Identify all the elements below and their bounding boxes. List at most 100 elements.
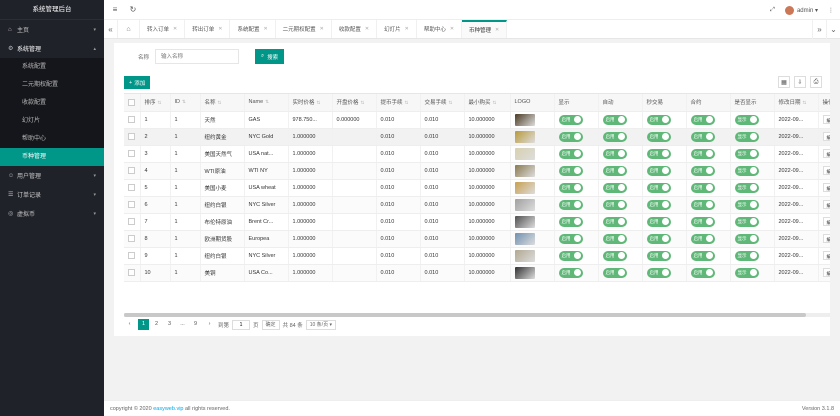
toggle-switch[interactable]: 启用 xyxy=(646,114,671,125)
column-header[interactable]: 名称 ⇅ xyxy=(200,94,245,112)
toggle-switch[interactable]: 启用 xyxy=(558,148,583,159)
goto-page-input[interactable] xyxy=(232,319,251,330)
toggle-switch[interactable]: 启用 xyxy=(690,182,715,193)
table-row[interactable]: 6 1 纽约白银 NYC Silver 1.000000 0.010 0.010 10.000… xyxy=(124,196,830,214)
row-checkbox[interactable] xyxy=(128,269,135,276)
tab-item[interactable]: 转出订单 ✕ xyxy=(185,20,231,38)
close-icon[interactable]: ✕ xyxy=(365,26,369,32)
column-header[interactable]: 最小购买 ⇅ xyxy=(464,94,511,112)
table-row[interactable]: 1 1 天然 GAS 978.750... 0.000000 0.010 0.010 10.00… xyxy=(124,111,830,129)
page-number[interactable]: 9 xyxy=(190,319,201,330)
column-header[interactable]: 实时价格 ⇅ xyxy=(288,94,333,112)
toggle-switch[interactable]: 启用 xyxy=(558,233,583,244)
toggle-switch[interactable]: 启用 xyxy=(558,199,583,210)
tab-item[interactable]: 幻灯片 ✕ xyxy=(377,20,417,38)
tabs-menu-icon[interactable]: ⌄ xyxy=(826,20,840,39)
toggle-switch[interactable]: 显示 xyxy=(734,199,759,210)
toggle-switch[interactable]: 启用 xyxy=(690,216,715,227)
menu-toggle-icon[interactable]: ≡ xyxy=(108,5,122,14)
toggle-switch[interactable]: 启用 xyxy=(558,131,583,142)
table-row[interactable]: 3 1 美国天然气 USA nat... 1.000000 0.010 0.010 10.00… xyxy=(124,145,830,163)
page-number[interactable]: 2 xyxy=(151,319,162,330)
toggle-switch[interactable]: 启用 xyxy=(646,182,671,193)
page-number[interactable]: 3 xyxy=(164,319,175,330)
print-icon[interactable]: ⎙ xyxy=(810,76,822,88)
toggle-switch[interactable]: 显示 xyxy=(734,182,759,193)
edit-button[interactable]: 编 xyxy=(822,234,830,243)
column-header[interactable]: 修改日期 ⇅ xyxy=(774,94,819,112)
sidebar-subitem[interactable]: 收款配置 xyxy=(0,94,104,112)
fullscreen-icon[interactable]: ⤢ xyxy=(770,7,775,14)
tabs-next-icon[interactable]: » xyxy=(812,20,826,39)
toggle-switch[interactable]: 启用 xyxy=(690,199,715,210)
tab-item[interactable]: 帮助中心 ✕ xyxy=(417,20,463,38)
close-icon[interactable]: ✕ xyxy=(405,26,409,32)
edit-button[interactable]: 编 xyxy=(822,251,830,260)
edit-button[interactable]: 编 xyxy=(822,183,830,192)
prev-page-icon[interactable]: ‹ xyxy=(124,319,135,330)
page-number[interactable]: 1 xyxy=(138,319,149,330)
close-icon[interactable]: ✕ xyxy=(495,27,499,33)
column-header[interactable]: ID ⇅ xyxy=(170,94,201,112)
more-icon[interactable]: ⋮ xyxy=(828,7,834,14)
toggle-switch[interactable]: 启用 xyxy=(646,148,671,159)
table-row[interactable]: 5 1 美国小麦 USA wheat 1.000000 0.010 0.010 10.0000… xyxy=(124,179,830,197)
toggle-switch[interactable]: 启用 xyxy=(602,233,627,244)
toggle-switch[interactable]: 启用 xyxy=(690,131,715,142)
home-tab-icon[interactable]: ⌂ xyxy=(118,20,140,38)
edit-button[interactable]: 编 xyxy=(822,115,830,124)
toggle-switch[interactable]: 启用 xyxy=(558,216,583,227)
sort-icon[interactable]: ⇅ xyxy=(317,100,321,105)
table-row[interactable]: 7 1 布伦特原油 Brent Cr... 1.000000 0.010 0.010 10.0… xyxy=(124,213,830,231)
tab-item[interactable]: 转入订单 ✕ xyxy=(140,20,186,38)
column-header[interactable]: 开盘价格 ⇅ xyxy=(332,94,377,112)
sort-icon[interactable]: ⇅ xyxy=(218,100,222,105)
close-icon[interactable]: ✕ xyxy=(218,26,222,32)
row-checkbox[interactable] xyxy=(128,218,135,225)
search-button[interactable]: ⌕ 搜索 xyxy=(255,49,285,64)
tab-item[interactable]: 系统配置 ✕ xyxy=(230,20,276,38)
sidebar-item[interactable]: ☺ 用户管理 ▾ xyxy=(0,166,104,185)
toggle-switch[interactable]: 显示 xyxy=(734,267,759,278)
sidebar-subitem[interactable]: 幻灯片 xyxy=(0,112,104,130)
next-page-icon[interactable]: › xyxy=(204,319,215,330)
sidebar-item[interactable]: ⌂ 主页 ▾ xyxy=(0,20,104,39)
edit-button[interactable]: 编 xyxy=(822,166,830,175)
edit-button[interactable]: 编 xyxy=(822,132,830,141)
close-icon[interactable]: ✕ xyxy=(320,26,324,32)
toggle-switch[interactable]: 启用 xyxy=(646,233,671,244)
sort-icon[interactable]: ⇅ xyxy=(361,100,365,105)
user-menu[interactable]: admin ▾ xyxy=(784,5,818,15)
row-checkbox[interactable] xyxy=(128,184,135,191)
toggle-switch[interactable]: 启用 xyxy=(690,114,715,125)
toggle-switch[interactable]: 启用 xyxy=(602,114,627,125)
row-checkbox[interactable] xyxy=(128,235,135,242)
sidebar-subitem[interactable]: 帮助中心 xyxy=(0,130,104,148)
column-header[interactable]: 自动 xyxy=(598,94,643,112)
sort-icon[interactable]: ⇅ xyxy=(265,99,269,104)
columns-filter-icon[interactable]: ▦ xyxy=(778,76,790,88)
horizontal-scrollbar[interactable] xyxy=(124,313,830,317)
sort-icon[interactable]: ⇅ xyxy=(405,100,409,105)
edit-button[interactable]: 编 xyxy=(822,200,830,209)
tab-item[interactable]: 收款配置 ✕ xyxy=(332,20,378,38)
table-row[interactable]: 8 1 欧洲期货股 Europea 1.000000 0.010 0.010 10.00000… xyxy=(124,230,830,248)
toggle-switch[interactable]: 启用 xyxy=(646,216,671,227)
goto-confirm-button[interactable]: 确定 xyxy=(261,319,280,330)
toggle-switch[interactable]: 启用 xyxy=(646,250,671,261)
sidebar-item[interactable]: ☰ 订单记录 ▾ xyxy=(0,185,104,204)
column-header[interactable]: 提币手续 ⇅ xyxy=(376,94,421,112)
refresh-icon[interactable]: ↻ xyxy=(126,5,140,14)
table-row[interactable]: 2 1 纽约黄金 NYC Gold 1.000000 0.010 0.010 10.00000… xyxy=(124,128,830,146)
row-checkbox[interactable] xyxy=(128,167,135,174)
sort-icon[interactable]: ⇅ xyxy=(803,100,807,105)
per-page-select[interactable]: 10 条/页 ▾ xyxy=(305,319,336,330)
toggle-switch[interactable]: 启用 xyxy=(690,165,715,176)
edit-button[interactable]: 编 xyxy=(822,268,830,277)
toggle-switch[interactable]: 启用 xyxy=(690,267,715,278)
edit-button[interactable]: 编 xyxy=(822,149,830,158)
column-header[interactable]: 排序 ⇅ xyxy=(140,94,171,112)
toggle-switch[interactable]: 启用 xyxy=(602,267,627,278)
site-link[interactable]: easyweb.vip xyxy=(153,406,183,412)
tab-item[interactable]: 币种管理 ✕ xyxy=(462,20,508,38)
